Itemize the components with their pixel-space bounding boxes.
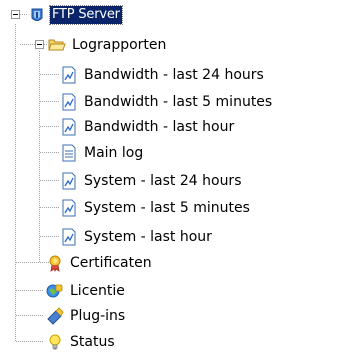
- tree-node-certificaten[interactable]: Certificaten: [46, 252, 154, 274]
- certificate-icon: [46, 254, 64, 272]
- tree-node-label: Certificaten: [70, 255, 152, 271]
- tree-node-label: System - last 24 hours: [84, 173, 242, 189]
- tree-node-plugins[interactable]: Plug-ins: [46, 305, 127, 327]
- tree-node-log-report[interactable]: System - last 5 minutes: [60, 197, 252, 219]
- lightbulb-icon: [46, 333, 64, 351]
- tree-node-log-report[interactable]: Bandwidth - last 5 minutes: [60, 91, 274, 113]
- tree-node-licentie[interactable]: Licentie: [46, 280, 127, 302]
- tree-node-ftp-server[interactable]: FTP Server: [28, 4, 123, 26]
- lograpporten-collapse-toggle[interactable]: [35, 40, 44, 49]
- report-chart-icon: [60, 66, 78, 84]
- tree-node-lograpporten[interactable]: Lograpporten: [48, 34, 168, 56]
- tree-node-label: System - last hour: [84, 229, 212, 245]
- tree-node-label: Main log: [84, 145, 144, 161]
- root-collapse-toggle[interactable]: [11, 10, 20, 19]
- tree-node-log-report[interactable]: System - last 24 hours: [60, 170, 244, 192]
- tree-node-label: Licentie: [70, 283, 125, 299]
- tree-node-label: Bandwidth - last hour: [84, 119, 235, 135]
- report-chart-icon: [60, 199, 78, 217]
- tree-node-label: FTP Server: [49, 5, 123, 25]
- report-chart-icon: [60, 228, 78, 246]
- report-chart-icon: [60, 172, 78, 190]
- text-document-icon: [60, 144, 78, 162]
- tree-node-label: Bandwidth - last 5 minutes: [84, 94, 273, 110]
- tree-node-log-report[interactable]: Bandwidth - last hour: [60, 116, 236, 138]
- tree-node-label: Plug-ins: [70, 308, 126, 324]
- tree-node-label: Status: [70, 334, 115, 350]
- tree-node-log-report[interactable]: System - last hour: [60, 226, 214, 248]
- tree-node-label: System - last 5 minutes: [84, 200, 250, 216]
- tree-node-main-log[interactable]: Main log: [60, 142, 145, 164]
- tree-node-status[interactable]: Status: [46, 331, 117, 353]
- license-icon: [46, 282, 64, 300]
- open-folder-icon: [48, 36, 66, 54]
- tree-node-label: Lograpporten: [72, 37, 167, 53]
- ftp-server-icon: [28, 6, 46, 24]
- tree-node-label: Bandwidth - last 24 hours: [84, 67, 264, 83]
- report-chart-icon: [60, 93, 78, 111]
- plugin-icon: [46, 307, 64, 325]
- report-chart-icon: [60, 118, 78, 136]
- tree-node-log-report[interactable]: Bandwidth - last 24 hours: [60, 64, 266, 86]
- tree-view[interactable]: FTP Server Lograpporten Bandwidth - last…: [0, 0, 347, 352]
